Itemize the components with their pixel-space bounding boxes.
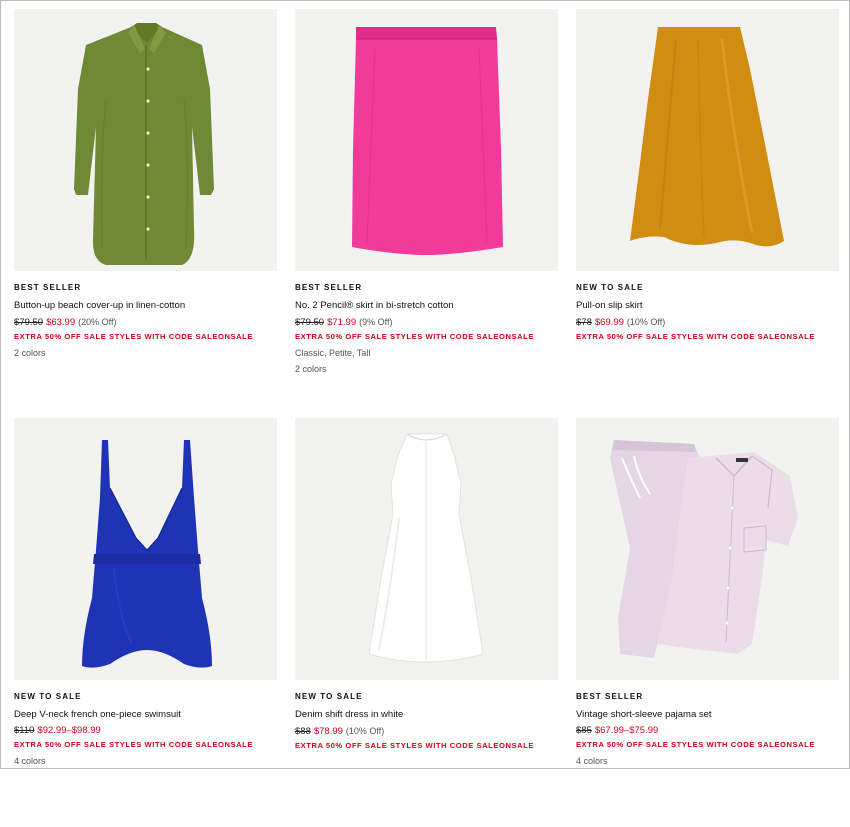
product-image[interactable] [576, 9, 839, 271]
promo-message: EXTRA 50% OFF SALE STYLES WITH CODE SALE… [576, 332, 815, 341]
promo-message: EXTRA 50% OFF SALE STYLES WITH CODE SALE… [576, 740, 815, 749]
original-price: $110 [14, 725, 35, 736]
product-card[interactable]: BEST SELLER Vintage short-sleeve pajama … [576, 418, 839, 827]
product-image[interactable] [295, 418, 558, 680]
color-count[interactable]: 2 colors [295, 363, 558, 375]
sale-price: $78.99 [313, 726, 343, 737]
shift-dress-image [368, 433, 484, 663]
color-count[interactable]: 4 colors [14, 755, 277, 767]
product-card[interactable]: NEW TO SALE Deep V-neck french one-piece… [14, 418, 277, 827]
product-price: $79.50 $63.99 (20% Off) [14, 316, 277, 329]
product-card[interactable]: BEST SELLER Button-up beach cover-up in … [14, 9, 277, 418]
product-name[interactable]: Deep V-neck french one-piece swimsuit [14, 709, 277, 721]
product-name[interactable]: Vintage short-sleeve pajama set [576, 709, 839, 721]
original-price: $78 [576, 317, 592, 328]
original-price: $79.50 [14, 317, 44, 328]
product-badge: NEW TO SALE [295, 692, 363, 701]
product-price: $88 $78.99 (10% Off) [295, 725, 558, 738]
original-price: $79.50 [295, 317, 325, 328]
slip-skirt-image [630, 27, 784, 247]
discount-percent: (10% Off) [626, 317, 666, 327]
product-grid-page: BEST SELLER Button-up beach cover-up in … [0, 0, 850, 769]
product-card[interactable]: NEW TO SALE Denim shift dress in white $… [295, 418, 558, 827]
product-badge: NEW TO SALE [14, 692, 82, 701]
discount-percent: (10% Off) [345, 726, 385, 736]
product-card[interactable]: NEW TO SALE Pull-on slip skirt $78 $69.99… [576, 9, 839, 418]
promo-message: EXTRA 50% OFF SALE STYLES WITH CODE SALE… [295, 332, 534, 341]
swimsuit-image [82, 440, 212, 668]
product-badge: BEST SELLER [295, 283, 363, 292]
color-count[interactable]: 2 colors [14, 347, 277, 359]
original-price: $85 [576, 725, 592, 736]
product-name[interactable]: No. 2 Pencil® skirt in bi-stretch cotton [295, 300, 558, 312]
color-count[interactable]: 4 colors [576, 755, 839, 767]
product-image[interactable] [295, 9, 558, 271]
product-badge: BEST SELLER [14, 283, 82, 292]
sale-price: $63.99 [46, 317, 76, 328]
product-badge: BEST SELLER [576, 692, 644, 701]
promo-message: EXTRA 50% OFF SALE STYLES WITH CODE SALE… [295, 741, 534, 750]
sale-price: $69.99 [594, 317, 624, 328]
product-price: $110 $92.99–$98.99 [14, 725, 277, 737]
promo-message: EXTRA 50% OFF SALE STYLES WITH CODE SALE… [14, 740, 253, 749]
shirt-dress-image [74, 23, 214, 265]
product-price: $79.50 $71.99 (9% Off) [295, 316, 558, 329]
size-options: Classic, Petite, Tall [295, 348, 371, 358]
product-image[interactable] [14, 9, 277, 271]
sale-price: $71.99 [327, 317, 357, 328]
original-price: $88 [295, 726, 311, 737]
product-price: $85 $67.99–$75.99 [576, 725, 839, 737]
sale-price: $92.99–$98.99 [37, 725, 101, 736]
discount-percent: (9% Off) [359, 317, 393, 327]
pajama-set-image [610, 440, 798, 658]
promo-message: EXTRA 50% OFF SALE STYLES WITH CODE SALE… [14, 332, 253, 341]
discount-percent: (20% Off) [78, 317, 117, 327]
product-name[interactable]: Button-up beach cover-up in linen-cotton [14, 300, 277, 312]
product-image[interactable] [14, 418, 277, 680]
product-card[interactable]: BEST SELLER No. 2 Pencil® skirt in bi-st… [295, 9, 558, 418]
sale-price: $67.99–$75.99 [594, 725, 659, 736]
product-name[interactable]: Pull-on slip skirt [576, 300, 839, 312]
product-image[interactable] [576, 418, 839, 680]
product-name[interactable]: Denim shift dress in white [295, 709, 558, 721]
pencil-skirt-image [352, 27, 503, 255]
product-price: $78 $69.99 (10% Off) [576, 316, 839, 329]
product-grid: BEST SELLER Button-up beach cover-up in … [14, 9, 839, 827]
product-badge: NEW TO SALE [576, 283, 644, 292]
